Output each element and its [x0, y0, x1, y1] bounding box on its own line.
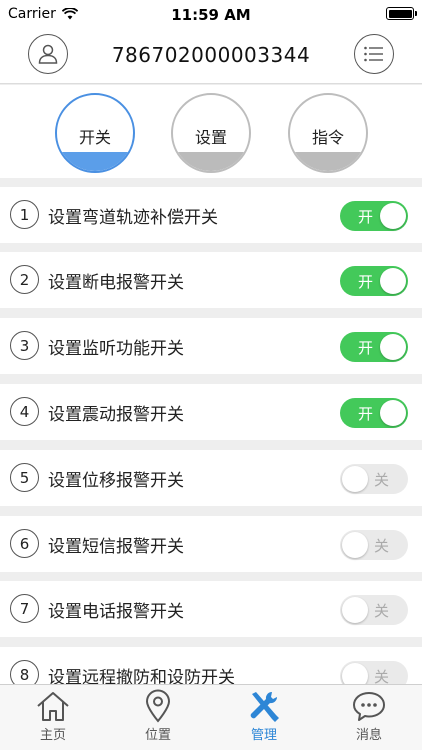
item-label: 设置监听功能开关 [48, 339, 184, 359]
list-item: 3 设置监听功能开关 开 [0, 318, 422, 374]
home-icon [37, 692, 69, 721]
item-number: 1 [10, 200, 39, 229]
list-menu-icon [364, 46, 383, 62]
item-number: 8 [10, 660, 39, 684]
tab-commands[interactable]: 指令 [288, 93, 368, 173]
status-bar: Carrier 11:59 AM [0, 0, 422, 28]
toggle-state: 关 [373, 668, 389, 684]
tab-switch[interactable]: 开关 [55, 93, 135, 173]
list-item: 5 设置位移报警开关 关 [0, 450, 422, 506]
item-number: 5 [10, 463, 39, 492]
list-item: 4 设置震动报警开关 开 [0, 384, 422, 440]
tabbar-manage[interactable]: 管理 [229, 689, 299, 749]
tabbar-messages[interactable]: 消息 [334, 689, 404, 749]
toggle-state: 关 [373, 537, 389, 555]
list-item: 6 设置短信报警开关 关 [0, 516, 422, 572]
item-label: 设置远程撤防和设防开关 [48, 668, 235, 684]
list-item: 1 设置弯道轨迹补偿开关 开 [0, 187, 422, 243]
location-pin-icon [145, 689, 171, 723]
toggle-switch[interactable]: 关 [340, 661, 408, 684]
item-label: 设置弯道轨迹补偿开关 [48, 208, 218, 228]
toggle-switch[interactable]: 关 [340, 530, 408, 560]
battery-icon [386, 7, 417, 20]
tabbar-label: 消息 [355, 728, 382, 743]
menu-button[interactable] [354, 34, 394, 74]
toggle-state: 开 [358, 405, 374, 423]
chat-bubble-icon [353, 692, 385, 721]
tabbar-label: 主页 [39, 728, 66, 743]
toggle-state: 关 [373, 602, 389, 620]
item-label: 设置震动报警开关 [48, 405, 184, 425]
list-item: 8 设置远程撤防和设防开关 关 [0, 647, 422, 684]
settings-list: 1 设置弯道轨迹补偿开关 开 2 设置断电报警开关 开 3 设置监听功能开关 开… [0, 178, 422, 684]
tab-settings[interactable]: 设置 [171, 93, 251, 173]
tab-label: 指令 [311, 128, 344, 147]
tab-label: 开关 [78, 128, 111, 147]
item-label: 设置位移报警开关 [48, 471, 184, 491]
toggle-switch[interactable]: 开 [340, 398, 408, 428]
toggle-state: 开 [358, 208, 374, 226]
segment-tabs: 开关 设置 指令 [0, 85, 422, 178]
toggle-state: 开 [358, 339, 374, 357]
toggle-switch[interactable]: 开 [340, 201, 408, 231]
status-time: 11:59 AM [171, 6, 251, 24]
item-label: 设置电话报警开关 [48, 602, 184, 622]
bottom-tab-bar: 主页 位置 管理 消息 [0, 684, 422, 750]
toggle-switch[interactable]: 开 [340, 332, 408, 362]
item-number: 6 [10, 529, 39, 558]
toggle-switch[interactable]: 关 [340, 595, 408, 625]
tabbar-home[interactable]: 主页 [18, 689, 88, 749]
item-number: 2 [10, 265, 39, 294]
tabbar-label: 管理 [250, 728, 277, 743]
tabbar-label: 位置 [144, 728, 171, 743]
item-number: 7 [10, 594, 39, 623]
toggle-switch[interactable]: 开 [340, 266, 408, 296]
tabbar-location[interactable]: 位置 [123, 689, 193, 749]
item-number: 4 [10, 397, 39, 426]
toggle-state: 关 [373, 471, 389, 489]
list-item: 2 设置断电报警开关 开 [0, 252, 422, 308]
tools-icon [250, 691, 279, 722]
item-label: 设置短信报警开关 [48, 537, 184, 557]
toggle-switch[interactable]: 关 [340, 464, 408, 494]
list-item: 7 设置电话报警开关 关 [0, 581, 422, 637]
item-number: 3 [10, 331, 39, 360]
item-label: 设置断电报警开关 [48, 273, 184, 293]
header: 786702000003344 [0, 28, 422, 84]
tab-label: 设置 [194, 128, 227, 147]
toggle-state: 开 [358, 273, 374, 291]
